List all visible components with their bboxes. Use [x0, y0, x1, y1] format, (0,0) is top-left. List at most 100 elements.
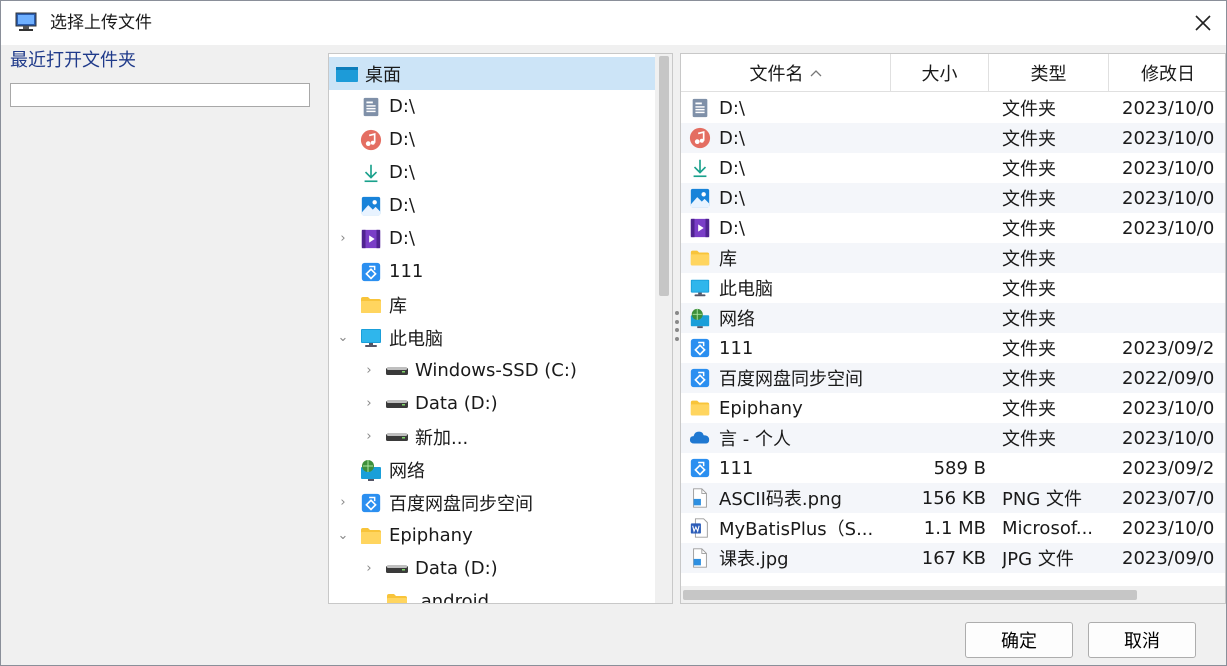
drive-icon	[385, 392, 409, 416]
ok-button[interactable]: 确定	[965, 622, 1073, 658]
tree-item-label: 网络	[389, 460, 425, 482]
document-icon	[359, 95, 383, 119]
file-row[interactable]: 库 文件夹	[681, 243, 1225, 273]
tree-item-label: Epiphany	[389, 525, 473, 546]
list-scrollbar-thumb[interactable]	[683, 590, 1137, 600]
file-date	[1122, 273, 1225, 303]
tree-item[interactable]: › Data (D:)	[359, 387, 656, 420]
image-file-icon	[689, 547, 711, 569]
file-size	[891, 333, 986, 363]
file-type: 文件夹	[1002, 399, 1056, 420]
file-row[interactable]: 百度网盘同步空间 文件夹 2022/09/0	[681, 363, 1225, 393]
file-row[interactable]: D:\ 文件夹 2023/10/0	[681, 213, 1225, 243]
file-size	[891, 213, 986, 243]
file-row[interactable]: 网络 文件夹	[681, 303, 1225, 333]
file-name-cell: Epiphany	[689, 393, 889, 423]
network-icon	[689, 307, 711, 329]
tree-item[interactable]: 库	[333, 288, 656, 321]
tree-item[interactable]: › 百度网盘同步空间	[333, 486, 656, 519]
video-icon	[359, 227, 383, 251]
file-row[interactable]: D:\ 文件夹 2023/10/0	[681, 93, 1225, 123]
chevron-right-icon[interactable]: ›	[359, 396, 379, 411]
chevron-right-icon[interactable]: ›	[359, 561, 379, 576]
tree-item-label: 库	[389, 295, 407, 317]
cancel-button[interactable]: 取消	[1088, 622, 1196, 658]
tree-item-label: D:\	[389, 129, 415, 150]
column-header-date[interactable]: 修改日	[1109, 54, 1225, 92]
tree-scrollbar[interactable]	[655, 54, 672, 603]
tree-item[interactable]: ⌄ 此电脑	[333, 321, 656, 354]
onedrive-icon	[689, 427, 711, 449]
file-row[interactable]: D:\ 文件夹 2023/10/0	[681, 183, 1225, 213]
tree-item[interactable]: 111	[333, 255, 656, 288]
recent-folders-combo[interactable]	[10, 83, 310, 107]
folder-tree[interactable]: 桌面 D:\ D:\ D:\ D:\ › D:\ 111 库 ⌄ 此电脑 › Windows-SSD (…	[328, 53, 673, 604]
file-name: D:\	[719, 127, 745, 149]
file-row[interactable]: MyBatisPlus（S... 1.1 MB Microsof... 2023/10…	[681, 513, 1225, 543]
file-row[interactable]: D:\ 文件夹 2023/10/0	[681, 123, 1225, 153]
chevron-down-icon[interactable]: ⌄	[333, 330, 353, 345]
tree-item[interactable]: 网络	[333, 453, 656, 486]
chevron-right-icon[interactable]: ›	[333, 495, 353, 510]
file-date: 2023/10/0	[1122, 517, 1215, 539]
file-date: 2022/09/0	[1122, 367, 1215, 389]
tree-item[interactable]: D:\	[333, 90, 656, 123]
column-header-type[interactable]: 类型	[989, 54, 1109, 92]
tree-item[interactable]: › Data (D:)	[359, 552, 656, 585]
chevron-right-icon[interactable]: ›	[359, 429, 379, 444]
tree-item-label: 此电脑	[389, 328, 443, 350]
file-name-cell: D:\	[689, 213, 889, 243]
file-row[interactable]: 111 589 B 2023/09/2	[681, 453, 1225, 483]
file-row[interactable]: 言 - 个人 文件夹 2023/10/0	[681, 423, 1225, 453]
file-name: 此电脑	[719, 279, 773, 300]
tree-item[interactable]: D:\	[333, 189, 656, 222]
tree-item-label: D:\	[389, 195, 415, 216]
file-name-cell: D:\	[689, 123, 889, 153]
tree-item[interactable]: D:\	[333, 123, 656, 156]
close-button[interactable]	[1180, 1, 1226, 45]
file-row[interactable]: Epiphany 文件夹 2023/10/0	[681, 393, 1225, 423]
tree-item[interactable]: › Windows-SSD (C:)	[359, 354, 656, 387]
file-type: 文件夹	[1002, 279, 1056, 300]
file-date: 2023/09/2	[1122, 337, 1215, 359]
file-name-cell: 此电脑	[689, 273, 889, 303]
file-name-cell: 言 - 个人	[689, 423, 889, 453]
tree-item-label: 百度网盘同步空间	[389, 493, 533, 515]
tree-item[interactable]: 桌面	[329, 57, 656, 90]
image-file-icon	[689, 487, 711, 509]
tree-item-label: Data (D:)	[415, 393, 498, 414]
chevron-right-icon[interactable]: ›	[333, 231, 353, 246]
file-row[interactable]: D:\ 文件夹 2023/10/0	[681, 153, 1225, 183]
computer-icon	[689, 277, 711, 299]
tree-item[interactable]: ⌄ Epiphany	[333, 519, 656, 552]
tree-item-label: .android	[415, 591, 490, 604]
file-name: D:\	[719, 217, 745, 239]
title-bar: 选择上传文件	[1, 1, 1226, 45]
file-date: 2023/10/0	[1122, 217, 1215, 239]
file-row[interactable]: 课表.jpg 167 KB JPG 文件 2023/09/0	[681, 543, 1225, 573]
chevron-right-icon[interactable]: ›	[359, 363, 379, 378]
file-size: 156 KB	[921, 487, 986, 509]
chevron-down-icon[interactable]: ⌄	[333, 528, 353, 543]
tree-item[interactable]: D:\	[333, 156, 656, 189]
column-header-name[interactable]: 文件名	[681, 54, 891, 92]
file-type: Microsof...	[1002, 517, 1094, 539]
column-header-size[interactable]: 大小	[891, 54, 989, 92]
tree-item[interactable]: › D:\	[333, 222, 656, 255]
window-title: 选择上传文件	[50, 13, 152, 33]
tree-item[interactable]: .android	[359, 585, 656, 604]
file-date: 2023/07/0	[1122, 487, 1215, 509]
baidu-sync-icon	[689, 367, 711, 389]
file-row[interactable]: ASCII码表.png 156 KB PNG 文件 2023/07/0	[681, 483, 1225, 513]
tree-scrollbar-thumb[interactable]	[659, 56, 669, 296]
file-list[interactable]: 文件名 大小 类型 修改日 D:\ 文件夹 2023/10/0 D:\ 文件夹 2023/…	[680, 53, 1226, 604]
list-horizontal-scrollbar[interactable]	[681, 586, 1225, 603]
tree-item[interactable]: › 新加...	[359, 420, 656, 453]
file-date: 2023/10/0	[1122, 187, 1215, 209]
file-row[interactable]: 此电脑 文件夹	[681, 273, 1225, 303]
file-type	[1002, 453, 1106, 483]
file-type: 文件夹	[1002, 189, 1056, 210]
file-row[interactable]: 111 文件夹 2023/09/2	[681, 333, 1225, 363]
file-name-cell: D:\	[689, 183, 889, 213]
tree-item-label: Data (D:)	[415, 558, 498, 579]
